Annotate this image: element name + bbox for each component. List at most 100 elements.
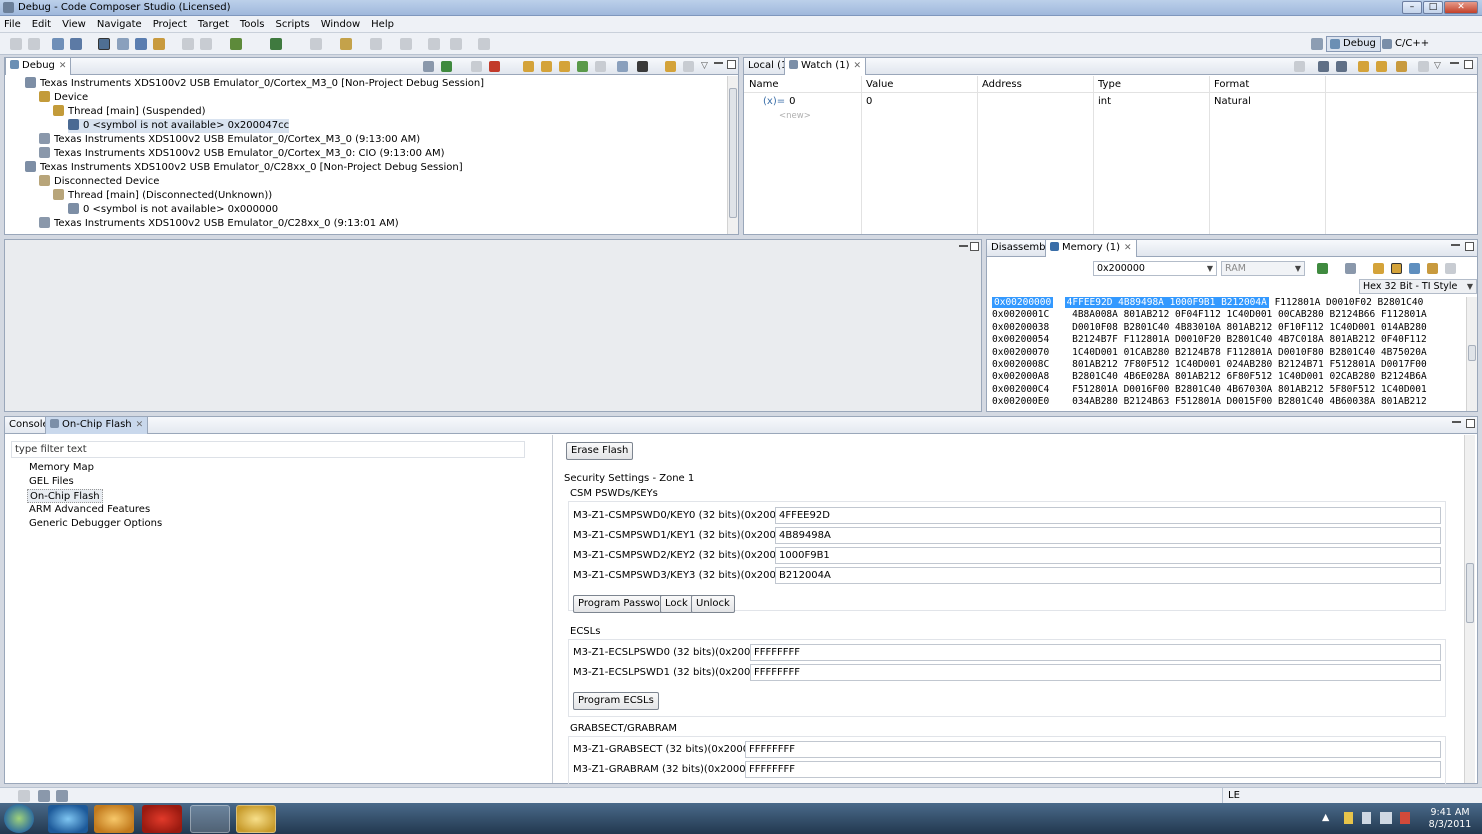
memory-grid[interactable]: 0x00200000 4FFEE92D 4B89498A 1000F9B1 B2… bbox=[987, 297, 1465, 411]
cpp-perspective-button[interactable]: C/C++ bbox=[1378, 36, 1434, 52]
close-tab-icon[interactable]: ✕ bbox=[136, 420, 144, 430]
memory-row[interactable]: 0x00200070 1C40D001 01CAB280 B2124B78 F1… bbox=[992, 347, 1427, 359]
minimize-button[interactable]: – bbox=[1402, 1, 1422, 14]
maximize-view-icon[interactable] bbox=[727, 60, 736, 69]
annotation-icon[interactable] bbox=[370, 38, 382, 50]
new-icon[interactable] bbox=[10, 38, 22, 50]
close-tab-icon[interactable]: ✕ bbox=[853, 61, 861, 71]
ti-icon[interactable] bbox=[142, 805, 182, 833]
heap-icon[interactable] bbox=[56, 790, 68, 802]
assembly-step-icon[interactable] bbox=[577, 61, 588, 72]
csm-key3-field[interactable]: B212004A bbox=[775, 567, 1441, 584]
pin-icon[interactable] bbox=[1396, 61, 1407, 72]
volume-icon[interactable] bbox=[1400, 812, 1410, 824]
remove-icon[interactable] bbox=[1318, 61, 1329, 72]
flash-scrollbar[interactable] bbox=[1464, 435, 1475, 783]
memory-row[interactable]: 0x00200038 D0010F08 B2801C40 4B83010A 80… bbox=[992, 322, 1427, 334]
save-icon[interactable] bbox=[28, 38, 40, 50]
open-perspective-icon[interactable] bbox=[1311, 38, 1323, 50]
debug-run-icon[interactable] bbox=[230, 38, 242, 50]
nav-memory-map[interactable]: Memory Map bbox=[29, 461, 94, 475]
view-menu-icon[interactable]: ▽ bbox=[701, 61, 712, 72]
minimize-view-icon[interactable] bbox=[1452, 421, 1461, 423]
menu-window[interactable]: Window bbox=[321, 19, 360, 30]
tab-memory[interactable]: Memory (1) ✕ bbox=[1045, 240, 1137, 257]
csm-key1-field[interactable]: 4B89498A bbox=[775, 527, 1441, 544]
close-tab-icon[interactable]: ✕ bbox=[59, 61, 67, 71]
step-return-icon[interactable] bbox=[559, 61, 570, 72]
minimize-view-icon[interactable] bbox=[1450, 62, 1459, 64]
target-icon[interactable] bbox=[135, 38, 147, 50]
scroll-thumb[interactable] bbox=[1466, 563, 1474, 623]
ecsl0-field[interactable]: FFFFFFFF bbox=[750, 644, 1441, 661]
tab-on-chip-flash[interactable]: On-Chip Flash ✕ bbox=[45, 417, 149, 434]
terminate-icon[interactable] bbox=[489, 61, 500, 72]
skip-icon[interactable] bbox=[182, 38, 194, 50]
tray-app-icon[interactable] bbox=[1344, 812, 1353, 824]
memory-row[interactable]: 0x0020008C 801AB212 7F80F512 1C40D001 02… bbox=[992, 359, 1427, 371]
continuous-refresh-icon[interactable] bbox=[1391, 263, 1402, 274]
memory-row[interactable]: 0x00200000 4FFEE92D 4B89498A 1000F9B1 B2… bbox=[992, 297, 1423, 309]
suspend-icon[interactable] bbox=[471, 61, 482, 72]
tab-watch[interactable]: Watch (1) ✕ bbox=[784, 58, 867, 75]
debug-perspective-button[interactable]: Debug bbox=[1326, 36, 1381, 52]
tab-debug[interactable]: Debug ✕ bbox=[5, 58, 72, 75]
step-over-icon[interactable] bbox=[541, 61, 552, 72]
remove-all-icon[interactable] bbox=[1336, 61, 1347, 72]
nav-arm-advanced[interactable]: ARM Advanced Features bbox=[29, 503, 150, 517]
csm-key2-field[interactable]: 1000F9B1 bbox=[775, 547, 1441, 564]
media-player-icon[interactable] bbox=[94, 805, 134, 833]
load-icon[interactable] bbox=[153, 38, 165, 50]
ecsl1-field[interactable]: FFFFFFFF bbox=[750, 664, 1441, 681]
start-button[interactable] bbox=[4, 804, 34, 833]
maximize-button[interactable]: □ bbox=[1423, 1, 1443, 14]
remove-terminated-icon[interactable] bbox=[423, 61, 434, 72]
debug-toggle-icon[interactable] bbox=[98, 38, 110, 50]
tree-item-disconnected[interactable]: Disconnected Device bbox=[39, 175, 159, 189]
rebuild-icon[interactable] bbox=[70, 38, 82, 50]
tray-device-icon[interactable] bbox=[1362, 812, 1371, 824]
tree-item-frame-c28[interactable]: 0 <symbol is not available> 0x000000 bbox=[68, 203, 278, 217]
run-icon[interactable] bbox=[270, 38, 282, 50]
unlock-button[interactable]: Unlock bbox=[691, 595, 735, 613]
memory-page-select[interactable]: RAM ▼ bbox=[1221, 261, 1305, 276]
tree-item-session-c28[interactable]: Texas Instruments XDS100v2 USB Emulator_… bbox=[25, 161, 463, 175]
column-address[interactable]: Address bbox=[977, 78, 1022, 92]
view-menu-icon[interactable]: ▽ bbox=[1434, 61, 1445, 72]
maximize-view-icon[interactable] bbox=[1465, 242, 1474, 251]
go-icon[interactable] bbox=[1317, 263, 1328, 274]
network-icon[interactable] bbox=[1380, 812, 1392, 824]
menu-edit[interactable]: Edit bbox=[32, 19, 51, 30]
csm-key0-field[interactable]: 4FFEE92D bbox=[775, 507, 1441, 524]
maximize-view-icon[interactable] bbox=[1464, 60, 1473, 69]
menu-view[interactable]: View bbox=[62, 19, 86, 30]
refresh-icon[interactable] bbox=[665, 61, 676, 72]
menu-help[interactable]: Help bbox=[371, 19, 394, 30]
import-icon[interactable] bbox=[1409, 263, 1420, 274]
tree-item-session[interactable]: Texas Instruments XDS100v2 USB Emulator_… bbox=[25, 77, 484, 91]
minimize-editor-icon[interactable] bbox=[959, 245, 968, 247]
tray-expand-icon[interactable]: ▲ bbox=[1322, 812, 1329, 824]
memory-format-select[interactable]: Hex 32 Bit - TI Style ▼ bbox=[1359, 279, 1477, 294]
menu-project[interactable]: Project bbox=[153, 19, 187, 30]
erase-flash-button[interactable]: Erase Flash bbox=[566, 442, 634, 460]
show-view-icon[interactable] bbox=[38, 790, 50, 802]
pin-icon[interactable] bbox=[1427, 263, 1438, 274]
scroll-thumb[interactable] bbox=[729, 88, 737, 218]
restart-icon[interactable] bbox=[595, 61, 606, 72]
memory-scrollbar[interactable] bbox=[1466, 297, 1477, 411]
program-ecsls-button[interactable]: Program ECSLs bbox=[573, 692, 659, 710]
fast-view-icon[interactable] bbox=[18, 790, 30, 802]
scroll-thumb[interactable] bbox=[1468, 345, 1476, 361]
column-name[interactable]: Name bbox=[744, 78, 779, 92]
resume-icon[interactable] bbox=[441, 61, 452, 72]
grabsect-field[interactable]: FFFFFFFF bbox=[745, 741, 1441, 758]
watch-row-format[interactable]: Natural bbox=[1209, 95, 1251, 109]
close-button[interactable]: ✕ bbox=[1444, 1, 1478, 14]
lock-button[interactable]: Lock bbox=[660, 595, 693, 613]
chevron-down-icon[interactable]: ▼ bbox=[1207, 262, 1213, 275]
tree-item-process[interactable]: Texas Instruments XDS100v2 USB Emulator_… bbox=[39, 133, 420, 147]
tree-item-cio[interactable]: Texas Instruments XDS100v2 USB Emulator_… bbox=[39, 147, 444, 161]
ccs-taskbar-icon[interactable] bbox=[190, 805, 230, 833]
collapse-icon[interactable] bbox=[683, 61, 694, 72]
